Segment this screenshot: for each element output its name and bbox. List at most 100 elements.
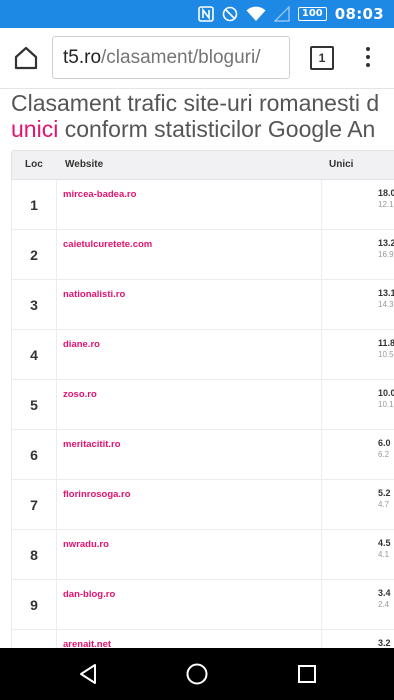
unici-value: 3.2 <box>378 638 391 648</box>
home-circle-icon <box>186 663 208 685</box>
more-vert-icon <box>366 47 370 51</box>
unici-cell: 6.0 6.2 <box>321 430 394 479</box>
unici-secondary-value: 10.1 <box>378 400 394 409</box>
overflow-menu-button[interactable] <box>358 42 378 72</box>
website-cell: arenait.net <box>56 630 322 648</box>
rank-cell: 2 <box>30 246 38 263</box>
website-cell: caietulcuretete.com <box>56 230 322 279</box>
website-link[interactable]: caietulcuretete.com <box>63 239 152 250</box>
header-loc[interactable]: Loc <box>25 159 43 170</box>
unici-secondary-value: 10.5 <box>378 350 394 359</box>
table-row: 3 nationalisti.ro 13.1 14.3 <box>11 280 394 330</box>
unici-value: 11.8 <box>378 338 394 348</box>
table-row: 8 nwradu.ro 4.5 4.1 <box>11 530 394 580</box>
status-icons: 100 08:03 <box>198 0 394 28</box>
unici-secondary-value: 2.4 <box>378 600 390 609</box>
rank-cell: 4 <box>30 346 38 363</box>
unici-cell: 11.8 10.5 <box>321 330 394 379</box>
rank-cell: 3 <box>30 296 38 313</box>
website-cell: zoso.ro <box>56 380 322 429</box>
unici-cell: 13.1 14.3 <box>321 280 394 329</box>
website-link[interactable]: arenait.net <box>63 639 111 648</box>
unici-secondary-value: 12.1 <box>378 200 394 209</box>
home-nav-button[interactable] <box>185 662 209 686</box>
website-link[interactable]: nationalisti.ro <box>63 289 125 300</box>
table-body: 1 mircea-badea.ro 18.0 12.1 2 caietulcuretete… <box>11 180 394 648</box>
title-rest: conform statisticilor Google An <box>58 116 376 142</box>
recents-icon <box>298 665 316 683</box>
website-link[interactable]: diane.ro <box>63 339 100 350</box>
unici-value: 18.0 <box>378 188 394 198</box>
battery-icon: 100 <box>297 7 327 21</box>
header-unici[interactable]: Unici <box>329 159 353 170</box>
table-row: 2 caietulcuretete.com 13.2 16.9 <box>11 230 394 280</box>
unici-cell: 3.4 2.4 <box>321 580 394 629</box>
wifi-icon <box>246 6 266 22</box>
rank-cell: 7 <box>30 496 38 513</box>
table-row: 1 mircea-badea.ro 18.0 12.1 <box>11 180 394 230</box>
back-button[interactable] <box>76 662 100 686</box>
website-link[interactable]: zoso.ro <box>63 389 97 400</box>
rank-cell: 10 <box>12 630 56 649</box>
unici-cell: 4.5 4.1 <box>321 530 394 579</box>
website-link[interactable]: dan-blog.ro <box>63 589 115 600</box>
browser-toolbar: t5.ro/clasament/bloguri/ 1 <box>0 28 394 89</box>
unici-value: 4.5 <box>378 538 391 548</box>
website-cell: meritacitit.ro <box>56 430 322 479</box>
do-not-disturb-icon <box>222 6 238 22</box>
unici-secondary-value: 16.9 <box>378 250 394 259</box>
status-bar: 100 08:03 <box>0 0 394 28</box>
navigation-bar <box>0 648 394 700</box>
unici-value: 6.0 <box>378 438 391 448</box>
table-header: Loc Website Unici <box>11 150 394 180</box>
unici-cell: 10.0 10.1 <box>321 380 394 429</box>
page-title-line2: unici conform statisticilor Google An <box>11 116 375 142</box>
unici-secondary-value: 4.7 <box>378 500 390 509</box>
unici-secondary-value: 4.1 <box>378 550 390 559</box>
home-icon <box>14 46 38 70</box>
website-link[interactable]: nwradu.ro <box>63 539 109 550</box>
table-row: 10 arenait.net 3.2 <box>11 630 394 648</box>
unici-value: 10.0 <box>378 388 394 398</box>
unici-value: 5.2 <box>378 488 391 498</box>
url-host: t5.ro <box>63 46 102 68</box>
rank-cell: 6 <box>30 446 38 463</box>
unici-secondary-value: 14.3 <box>378 300 394 309</box>
unici-cell: 18.0 12.1 <box>321 180 394 229</box>
address-bar[interactable]: t5.ro/clasament/bloguri/ <box>52 36 290 79</box>
website-cell: nationalisti.ro <box>56 280 322 329</box>
ranking-table: Loc Website Unici 1 mircea-badea.ro 18.0 12… <box>11 150 394 648</box>
rank-cell: 5 <box>30 396 38 413</box>
website-link[interactable]: mircea-badea.ro <box>63 189 136 200</box>
page-content: Clasament trafic site-uri romanesti d un… <box>0 88 394 648</box>
title-highlight: unici <box>11 116 59 142</box>
table-row: 4 diane.ro 11.8 10.5 <box>11 330 394 380</box>
website-cell: mircea-badea.ro <box>56 180 322 229</box>
unici-cell: 5.2 4.7 <box>321 480 394 529</box>
recents-button[interactable] <box>295 662 319 686</box>
website-cell: nwradu.ro <box>56 530 322 579</box>
website-link[interactable]: florinrosoga.ro <box>63 489 131 500</box>
nfc-icon <box>198 6 214 22</box>
website-cell: dan-blog.ro <box>56 580 322 629</box>
table-row: 6 meritacitit.ro 6.0 6.2 <box>11 430 394 480</box>
rank-cell: 8 <box>30 546 38 563</box>
table-row: 9 dan-blog.ro 3.4 2.4 <box>11 580 394 630</box>
rank-cell: 1 <box>30 196 38 213</box>
website-link[interactable]: meritacitit.ro <box>63 439 121 450</box>
website-cell: diane.ro <box>56 330 322 379</box>
status-time: 08:03 <box>334 5 384 23</box>
website-cell: florinrosoga.ro <box>56 480 322 529</box>
unici-value: 13.1 <box>378 288 394 298</box>
rank-cell: 9 <box>30 596 38 613</box>
signal-icon <box>273 6 290 22</box>
home-button[interactable] <box>10 42 42 74</box>
tab-switcher-button[interactable]: 1 <box>310 46 334 70</box>
unici-secondary-value: 6.2 <box>378 450 390 459</box>
table-row: 5 zoso.ro 10.0 10.1 <box>11 380 394 430</box>
url-path: /clasament/bloguri/ <box>101 46 261 68</box>
header-website[interactable]: Website <box>65 159 103 170</box>
table-row: 7 florinrosoga.ro 5.2 4.7 <box>11 480 394 530</box>
page-title-line1: Clasament trafic site-uri romanesti d <box>11 90 380 116</box>
unici-cell: 13.2 16.9 <box>321 230 394 279</box>
